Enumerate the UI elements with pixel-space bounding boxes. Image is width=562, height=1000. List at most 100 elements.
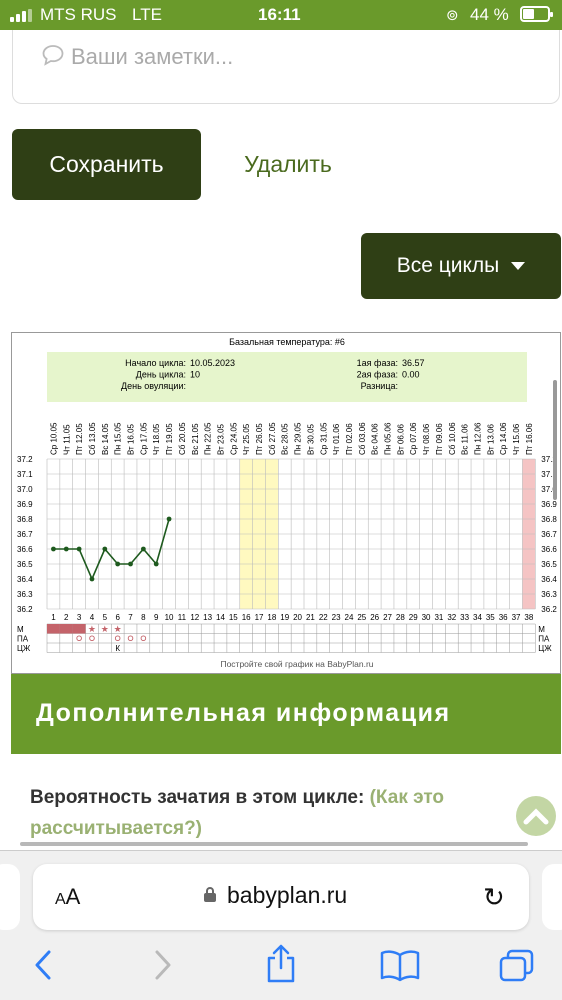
temperature-point (115, 561, 121, 567)
date-label: Вс 21.05 (191, 423, 200, 455)
date-label: Чт 15.06 (512, 423, 521, 455)
day-number: 20 (293, 613, 302, 622)
forward-icon[interactable] (150, 948, 176, 982)
bookmarks-icon[interactable] (380, 948, 420, 982)
k-mark: К (115, 644, 120, 653)
bbt-chart: Базальная температура: #6 Начало цикла: 10… (11, 332, 561, 674)
text-size-button[interactable]: AA (55, 884, 80, 910)
info-value: 0.00 (402, 370, 420, 380)
menses-star: ★ (101, 624, 109, 634)
day-number: 2 (64, 613, 69, 622)
day-number: 26 (370, 613, 379, 622)
signal-icon (10, 9, 32, 22)
day-number: 28 (396, 613, 405, 622)
date-label: Пн 29.05 (294, 422, 303, 455)
row-label-right: ПА (538, 635, 550, 644)
share-icon[interactable] (264, 944, 298, 984)
day-number: 5 (103, 613, 108, 622)
additional-info-header: Дополнительная информация (11, 674, 561, 754)
probability-label: Вероятность зачатия в этом цикле: (30, 787, 365, 808)
next-tab-preview[interactable] (542, 864, 562, 930)
day-number: 31 (434, 613, 443, 622)
y-tick-right: 36.5 (541, 560, 557, 569)
day-number: 8 (141, 613, 146, 622)
info-value: 10 (190, 370, 200, 380)
date-label: Ср 14.06 (499, 422, 508, 455)
date-label: Пт 02.06 (345, 423, 354, 455)
carrier-name: MTS RUS (40, 5, 117, 24)
notes-field[interactable]: Ваши заметки... (12, 30, 560, 104)
date-label: Ср 10.05 (49, 422, 58, 455)
conception-probability: Вероятность зачатия в этом цикле: (Как э… (30, 782, 490, 844)
date-label: Пт 09.06 (435, 423, 444, 455)
lock-icon (204, 887, 216, 902)
y-tick-right: 36.2 (541, 605, 557, 614)
back-icon[interactable] (30, 948, 56, 982)
day-number: 36 (499, 613, 508, 622)
tabs-icon[interactable] (498, 948, 536, 984)
pa-mark (114, 635, 121, 642)
row-label-right: ЦЖ (538, 644, 552, 653)
speech-bubble-icon (41, 44, 65, 72)
day-number: 9 (154, 613, 159, 622)
y-tick-left: 36.6 (17, 545, 33, 554)
y-tick-right: 36.7 (541, 530, 557, 539)
temperature-point (63, 546, 69, 552)
battery-percent: 44 % (470, 5, 509, 24)
pa-mark (89, 635, 95, 642)
info-label: День цикла: (136, 370, 186, 380)
day-number: 37 (512, 613, 521, 622)
date-label: Пн 22.05 (204, 422, 213, 455)
y-tick-left: 36.3 (17, 590, 33, 599)
y-tick-right: 36.4 (541, 575, 557, 584)
date-label: Сб 10.06 (448, 422, 457, 455)
scrollbar[interactable] (553, 380, 557, 500)
browser-toolbar (0, 934, 562, 1000)
date-label: Ср 31.05 (319, 422, 328, 455)
status-bar: MTS RUS LTE 16:11 ⊚ 44 % (0, 0, 562, 30)
day-number: 13 (203, 613, 212, 622)
date-label: Ср 17.05 (139, 422, 148, 455)
day-number: 17 (255, 613, 264, 622)
y-tick-left: 36.4 (17, 575, 33, 584)
y-tick-left: 37.0 (17, 485, 33, 494)
day-number: 1 (51, 613, 56, 622)
clock: 16:11 (258, 5, 301, 24)
date-label: Пн 15.05 (114, 422, 123, 455)
date-label: Пт 26.05 (255, 423, 264, 455)
temperature-point (102, 546, 108, 552)
prev-tab-preview[interactable] (0, 864, 20, 930)
date-label: Чт 08.06 (422, 423, 431, 455)
y-tick-left: 36.2 (17, 605, 33, 614)
day-number: 24 (345, 613, 354, 622)
date-label: Сб 27.05 (268, 422, 277, 455)
day-number: 6 (115, 613, 120, 622)
date-label: Вс 28.05 (281, 423, 290, 455)
date-label: Вт 16.05 (127, 423, 136, 455)
day-number: 35 (486, 613, 495, 622)
reload-icon[interactable]: ↻ (483, 882, 505, 913)
day-number: 34 (473, 613, 482, 622)
delete-button[interactable]: Удалить (230, 129, 346, 200)
save-button[interactable]: Сохранить (12, 129, 201, 200)
address-bar[interactable]: AA babyplan.ru ↻ (33, 864, 529, 930)
date-label: Чт 18.05 (152, 423, 161, 455)
menses-cell (72, 624, 86, 634)
orientation-lock-icon: ⊚ (446, 7, 459, 24)
chart-info-box (47, 352, 527, 402)
temperature-point (51, 546, 56, 552)
temperature-point (89, 576, 95, 582)
all-cycles-dropdown[interactable]: Все циклы (361, 233, 561, 299)
row-label-left: ЦЖ (17, 644, 31, 653)
day-number: 7 (128, 613, 133, 622)
day-number: 19 (280, 613, 289, 622)
y-tick-left: 36.9 (17, 500, 33, 509)
scroll-top-button[interactable] (516, 796, 556, 836)
date-label: Пн 12.06 (473, 422, 482, 455)
day-number: 38 (524, 613, 533, 622)
page-divider (20, 842, 528, 846)
day-number: 21 (306, 613, 315, 622)
date-label: Чт 11.05 (62, 424, 71, 455)
day-number: 11 (178, 613, 187, 622)
info-label: Начало цикла: (125, 358, 186, 368)
